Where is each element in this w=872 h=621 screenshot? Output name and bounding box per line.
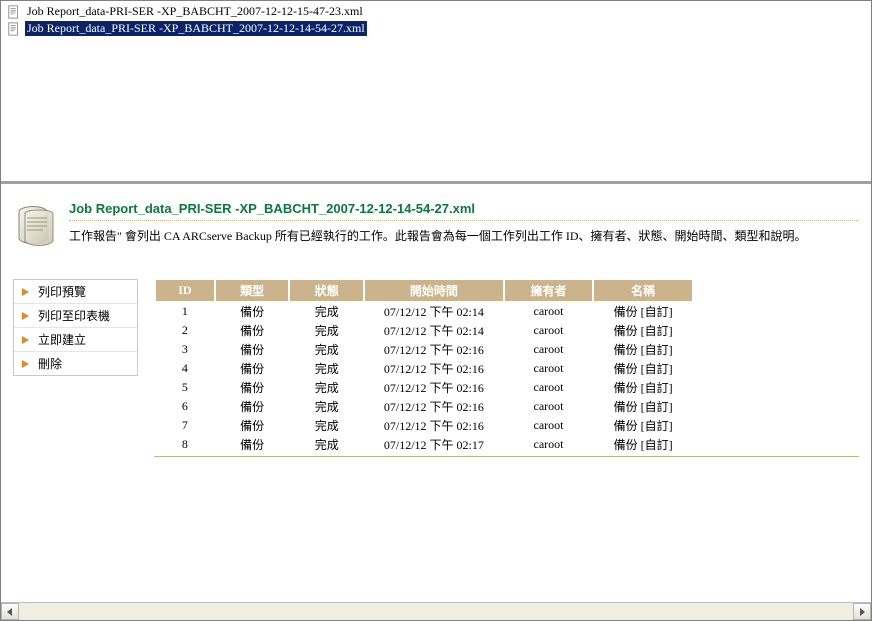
cell-id: 6 (155, 397, 215, 416)
cell-status: 完成 (289, 340, 364, 359)
cell-id: 4 (155, 359, 215, 378)
cell-start: 07/12/12 下午 02:16 (364, 340, 504, 359)
cell-name: 備份 [自訂] (593, 416, 693, 435)
col-header-id[interactable]: ID (155, 280, 215, 302)
cell-type: 備份 (215, 359, 290, 378)
cell-owner: caroot (504, 416, 594, 435)
cell-status: 完成 (289, 378, 364, 397)
col-header-type[interactable]: 類型 (215, 280, 290, 302)
xml-file-icon (7, 5, 21, 19)
cell-owner: caroot (504, 397, 594, 416)
cell-name: 備份 [自訂] (593, 321, 693, 340)
side-menu-item[interactable]: 刪除 (14, 352, 137, 375)
cell-start: 07/12/12 下午 02:16 (364, 397, 504, 416)
table-row[interactable]: 1備份完成07/12/12 下午 02:14caroot備份 [自訂] (155, 302, 693, 322)
side-menu-item[interactable]: 列印預覽 (14, 280, 137, 304)
cell-type: 備份 (215, 378, 290, 397)
side-menu-label: 列印預覽 (38, 283, 86, 300)
cell-id: 7 (155, 416, 215, 435)
cell-owner: caroot (504, 302, 594, 322)
cell-status: 完成 (289, 416, 364, 435)
cell-start: 07/12/12 下午 02:16 (364, 416, 504, 435)
cell-start: 07/12/12 下午 02:16 (364, 359, 504, 378)
horizontal-scrollbar[interactable] (1, 602, 871, 620)
file-list-item[interactable]: Job Report_data-PRI-SER -XP_BABCHT_2007-… (5, 3, 867, 20)
side-menu-label: 列印至印表機 (38, 307, 110, 324)
cell-type: 備份 (215, 340, 290, 359)
report-title: Job Report_data_PRI-SER -XP_BABCHT_2007-… (69, 201, 859, 216)
cell-type: 備份 (215, 302, 290, 322)
cell-start: 07/12/12 下午 02:14 (364, 302, 504, 322)
xml-file-icon (7, 22, 21, 36)
cell-name: 備份 [自訂] (593, 378, 693, 397)
table-row[interactable]: 5備份完成07/12/12 下午 02:16caroot備份 [自訂] (155, 378, 693, 397)
cell-owner: caroot (504, 321, 594, 340)
cell-status: 完成 (289, 321, 364, 340)
side-menu: 列印預覽列印至印表機立即建立刪除 (13, 279, 138, 376)
file-name: Job Report_data-PRI-SER -XP_BABCHT_2007-… (25, 4, 365, 19)
side-menu-item[interactable]: 立即建立 (14, 328, 137, 352)
file-list-pane: Job Report_data-PRI-SER -XP_BABCHT_2007-… (1, 1, 871, 184)
report-scroll-icon (13, 201, 61, 249)
scroll-left-button[interactable] (1, 603, 19, 620)
arrow-right-icon (20, 310, 32, 322)
arrow-left-icon (6, 608, 14, 616)
cell-owner: caroot (504, 340, 594, 359)
col-header-name[interactable]: 名稱 (593, 280, 693, 302)
cell-name: 備份 [自訂] (593, 397, 693, 416)
col-header-status[interactable]: 狀態 (289, 280, 364, 302)
scroll-track[interactable] (19, 603, 853, 620)
cell-status: 完成 (289, 302, 364, 322)
cell-id: 3 (155, 340, 215, 359)
arrow-right-icon (858, 608, 866, 616)
cell-name: 備份 [自訂] (593, 302, 693, 322)
report-pane: Job Report_data_PRI-SER -XP_BABCHT_2007-… (1, 187, 871, 620)
table-row[interactable]: 3備份完成07/12/12 下午 02:16caroot備份 [自訂] (155, 340, 693, 359)
cell-owner: caroot (504, 378, 594, 397)
table-row[interactable]: 2備份完成07/12/12 下午 02:14caroot備份 [自訂] (155, 321, 693, 340)
cell-id: 1 (155, 302, 215, 322)
file-name: Job Report_data_PRI-SER -XP_BABCHT_2007-… (25, 21, 367, 36)
cell-id: 2 (155, 321, 215, 340)
cell-type: 備份 (215, 321, 290, 340)
cell-status: 完成 (289, 435, 364, 454)
cell-status: 完成 (289, 397, 364, 416)
arrow-right-icon (20, 358, 32, 370)
cell-id: 5 (155, 378, 215, 397)
col-header-start[interactable]: 開始時間 (364, 280, 504, 302)
arrow-right-icon (20, 286, 32, 298)
report-table-wrap: ID 類型 狀態 開始時間 擁有者 名稱 1備份完成07/12/12 下午 02… (154, 279, 859, 457)
cell-start: 07/12/12 下午 02:16 (364, 378, 504, 397)
app-window: Job Report_data-PRI-SER -XP_BABCHT_2007-… (0, 0, 872, 621)
report-table: ID 類型 狀態 開始時間 擁有者 名稱 1備份完成07/12/12 下午 02… (154, 279, 694, 454)
cell-start: 07/12/12 下午 02:14 (364, 321, 504, 340)
table-row[interactable]: 7備份完成07/12/12 下午 02:16caroot備份 [自訂] (155, 416, 693, 435)
col-header-owner[interactable]: 擁有者 (504, 280, 594, 302)
table-row[interactable]: 4備份完成07/12/12 下午 02:16caroot備份 [自訂] (155, 359, 693, 378)
file-list-item[interactable]: Job Report_data_PRI-SER -XP_BABCHT_2007-… (5, 20, 867, 37)
table-row[interactable]: 8備份完成07/12/12 下午 02:17caroot備份 [自訂] (155, 435, 693, 454)
side-menu-label: 刪除 (38, 355, 62, 372)
report-description: 工作報告" 會列出 CA ARCserve Backup 所有已經執行的工作。此… (69, 227, 859, 244)
cell-start: 07/12/12 下午 02:17 (364, 435, 504, 454)
side-menu-label: 立即建立 (38, 331, 86, 348)
cell-owner: caroot (504, 359, 594, 378)
cell-name: 備份 [自訂] (593, 435, 693, 454)
cell-type: 備份 (215, 416, 290, 435)
cell-status: 完成 (289, 359, 364, 378)
cell-type: 備份 (215, 435, 290, 454)
separator (69, 220, 859, 221)
cell-id: 8 (155, 435, 215, 454)
side-menu-item[interactable]: 列印至印表機 (14, 304, 137, 328)
cell-type: 備份 (215, 397, 290, 416)
cell-owner: caroot (504, 435, 594, 454)
scroll-right-button[interactable] (853, 603, 871, 620)
table-row[interactable]: 6備份完成07/12/12 下午 02:16caroot備份 [自訂] (155, 397, 693, 416)
cell-name: 備份 [自訂] (593, 359, 693, 378)
cell-name: 備份 [自訂] (593, 340, 693, 359)
table-bottom-rule (154, 456, 859, 457)
arrow-right-icon (20, 334, 32, 346)
